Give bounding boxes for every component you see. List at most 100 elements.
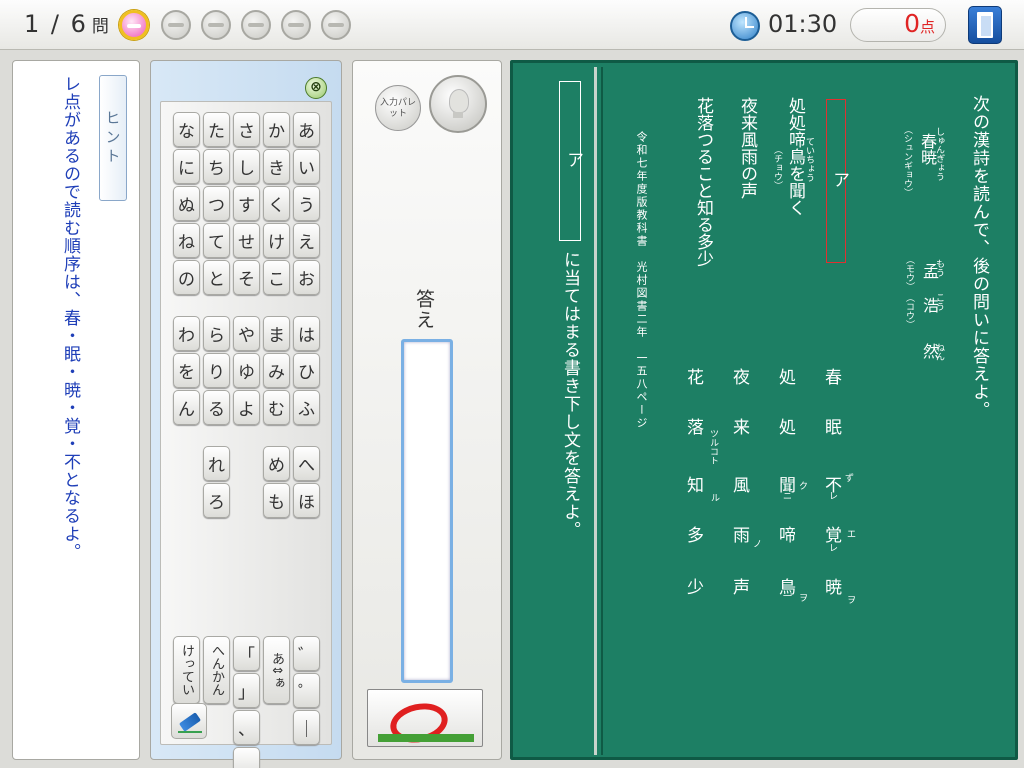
- input-palette-button[interactable]: 入力パレット: [375, 85, 421, 131]
- period-key[interactable]: 。: [233, 747, 260, 768]
- kana-keyboard-panel: ⊗ なたさかあにちしきいぬつすくうねてせけえのとそこおわらやまはをりゆみひんるよ…: [150, 60, 342, 768]
- question-counter: 1 / 6問: [24, 10, 111, 38]
- kana-key[interactable]: ま: [263, 316, 290, 351]
- kanbun-char: 処: [779, 418, 796, 438]
- bracket-open-key[interactable]: 「: [233, 636, 260, 671]
- kana-key[interactable]: さ: [233, 112, 260, 147]
- progress-dot-3: [201, 10, 231, 40]
- kana-key[interactable]: ん: [173, 390, 200, 425]
- kana-key[interactable]: う: [293, 186, 320, 221]
- eraser-icon[interactable]: [171, 703, 207, 739]
- henkan-key[interactable]: へんかん: [203, 636, 230, 704]
- kana-key[interactable]: こ: [263, 260, 290, 295]
- kana-key[interactable]: せ: [233, 223, 260, 258]
- kana-key[interactable]: な: [173, 112, 200, 147]
- kana-key[interactable]: を: [173, 353, 200, 388]
- kana-key[interactable]: ら: [203, 316, 230, 351]
- kana-key[interactable]: え: [293, 223, 320, 258]
- answer-label: 答え: [413, 289, 435, 331]
- hint-text: レ点があるので読む順序は、春・眠・暁・覚・不となるよ。: [60, 75, 80, 561]
- kana-key[interactable]: ち: [203, 149, 230, 184]
- kana-key[interactable]: れ: [203, 446, 230, 481]
- kana-key[interactable]: よ: [233, 390, 260, 425]
- kana-key[interactable]: ね: [173, 223, 200, 258]
- small-kana-toggle-key[interactable]: あ⇕ぁ: [263, 636, 290, 704]
- exit-door-icon[interactable]: [968, 6, 1002, 44]
- progress-dot-4: [241, 10, 271, 40]
- kanbun-char: 声: [733, 578, 750, 598]
- kana-key[interactable]: た: [203, 112, 230, 147]
- kana-key[interactable]: ほ: [293, 483, 320, 518]
- question-panel: ア に当てはまる書き下し文を答えよ。 次の漢詩を読んで、後の問いに答えよ。 しゅ…: [510, 60, 1018, 760]
- kana-key[interactable]: わ: [173, 316, 200, 351]
- kana-key[interactable]: む: [263, 390, 290, 425]
- lightbulb-hint-icon[interactable]: [429, 75, 487, 133]
- score-value: 0: [904, 9, 920, 38]
- kana-key[interactable]: お: [293, 260, 320, 295]
- kana-key[interactable]: や: [233, 316, 260, 351]
- kana-key[interactable]: る: [203, 390, 230, 425]
- kana-key[interactable]: い: [293, 149, 320, 184]
- keyboard-area: なたさかあにちしきいぬつすくうねてせけえのとそこおわらやまはをりゆみひんるよむふ…: [160, 101, 332, 768]
- kana-key[interactable]: の: [173, 260, 200, 295]
- kana-key[interactable]: そ: [233, 260, 260, 295]
- kana-key[interactable]: し: [233, 149, 260, 184]
- kanbun-char: 啼: [779, 526, 796, 546]
- kanbun-char: 花: [687, 368, 704, 388]
- kana-key[interactable]: ひ: [293, 353, 320, 388]
- kana-key[interactable]: と: [203, 260, 230, 295]
- question-instruction: に当てはまる書き下し文を答えよ。: [560, 251, 580, 539]
- kana-key[interactable]: は: [293, 316, 320, 351]
- kana-key[interactable]: み: [263, 353, 290, 388]
- question-instruction-column: ア に当てはまる書き下し文を答えよ。: [517, 67, 597, 755]
- yomikudashi-line-2: 処処啼鳥を聞く: [785, 97, 805, 216]
- kana-key[interactable]: て: [203, 223, 230, 258]
- comma-key[interactable]: 、: [233, 710, 260, 745]
- kana-key[interactable]: き: [263, 149, 290, 184]
- kun-fu-okuri: ず: [845, 474, 855, 484]
- question-counter-text: 1 / 6: [24, 10, 88, 38]
- source-citation: 令和七年度版教科書 光村図書二年 一五八ページ: [635, 131, 648, 430]
- kana-key[interactable]: ろ: [203, 483, 230, 518]
- kanbun-char: 風: [733, 476, 750, 496]
- kana-key[interactable]: け: [263, 223, 290, 258]
- handakuten-key[interactable]: ゜: [293, 673, 320, 708]
- kana-key[interactable]: あ: [293, 112, 320, 147]
- kana-key[interactable]: も: [263, 483, 290, 518]
- kun-raku-okuri: ツルコト: [708, 429, 718, 465]
- kanbun-char: 雨: [733, 526, 750, 546]
- kun-kaku-re: レ: [829, 544, 839, 554]
- kana-key[interactable]: に: [173, 149, 200, 184]
- question-unit: 問: [91, 17, 111, 37]
- submit-check-button[interactable]: [367, 689, 483, 747]
- kana-key[interactable]: く: [263, 186, 290, 221]
- kanbun-char: 眠: [825, 418, 842, 438]
- kana-key[interactable]: ふ: [293, 390, 320, 425]
- kana-key[interactable]: ゆ: [233, 353, 260, 388]
- kettei-key[interactable]: けってい: [173, 636, 200, 704]
- long-vowel-key[interactable]: ｜: [293, 710, 320, 745]
- kana-key[interactable]: ぬ: [173, 186, 200, 221]
- kana-key[interactable]: す: [233, 186, 260, 221]
- kun-kaku-okuri: エ: [847, 530, 857, 540]
- progress-dot-6: [321, 10, 351, 40]
- score-display: 0点: [850, 8, 946, 42]
- kana-key[interactable]: め: [263, 446, 290, 481]
- close-keyboard-icon[interactable]: ⊗: [305, 77, 327, 99]
- answer-input[interactable]: [401, 339, 453, 683]
- bracket-close-key[interactable]: 」: [233, 673, 260, 708]
- kanbun-char: 処: [779, 368, 796, 388]
- author-char-1: 孟: [920, 263, 939, 279]
- kana-key[interactable]: り: [203, 353, 230, 388]
- kun-chi-okuri: ル: [711, 494, 721, 504]
- kanbun-char: 春: [825, 368, 842, 388]
- kanbun-char: 多: [687, 526, 704, 546]
- kana-key[interactable]: か: [263, 112, 290, 147]
- kanbun-char: 暁: [825, 578, 842, 598]
- dakuten-key[interactable]: ゛: [293, 636, 320, 671]
- hint-panel: ヒント レ点があるので読む順序は、春・眠・暁・覚・不となるよ。: [12, 60, 140, 760]
- hint-button[interactable]: ヒント: [99, 75, 127, 201]
- kana-key[interactable]: へ: [293, 446, 320, 481]
- kana-key[interactable]: つ: [203, 186, 230, 221]
- kun-mon-ni: ニ: [783, 492, 793, 502]
